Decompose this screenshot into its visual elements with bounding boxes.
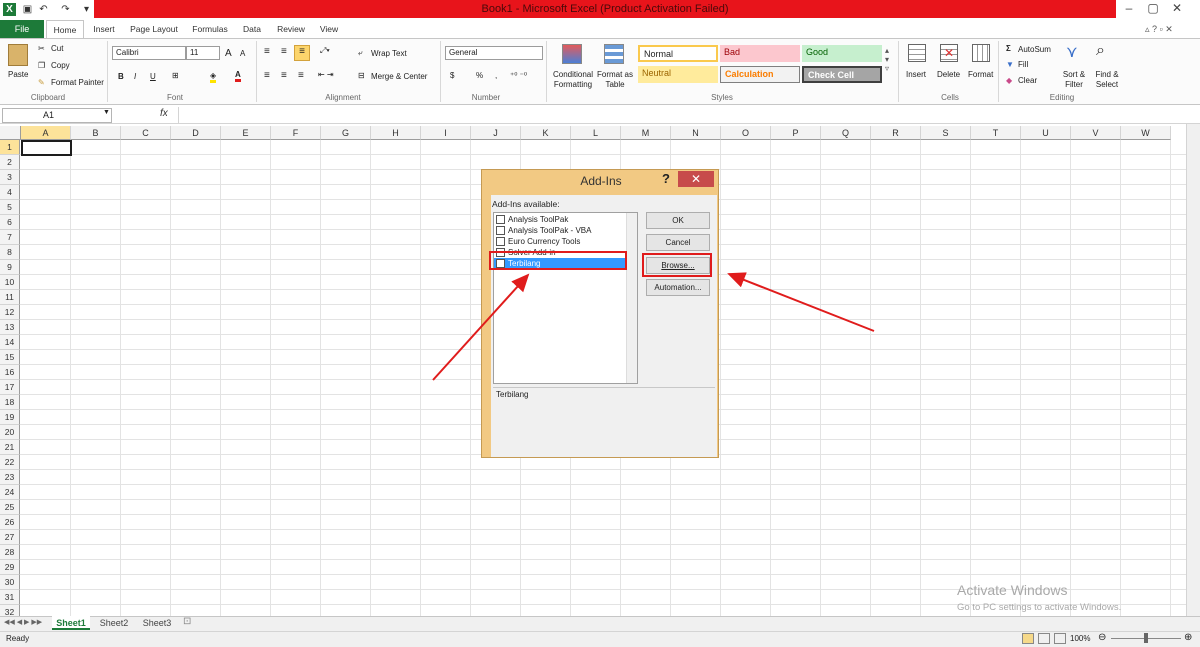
annotation-arrows [432,272,875,381]
annotation-arrow-right [727,272,875,332]
annotation-arrow-left [432,273,530,381]
